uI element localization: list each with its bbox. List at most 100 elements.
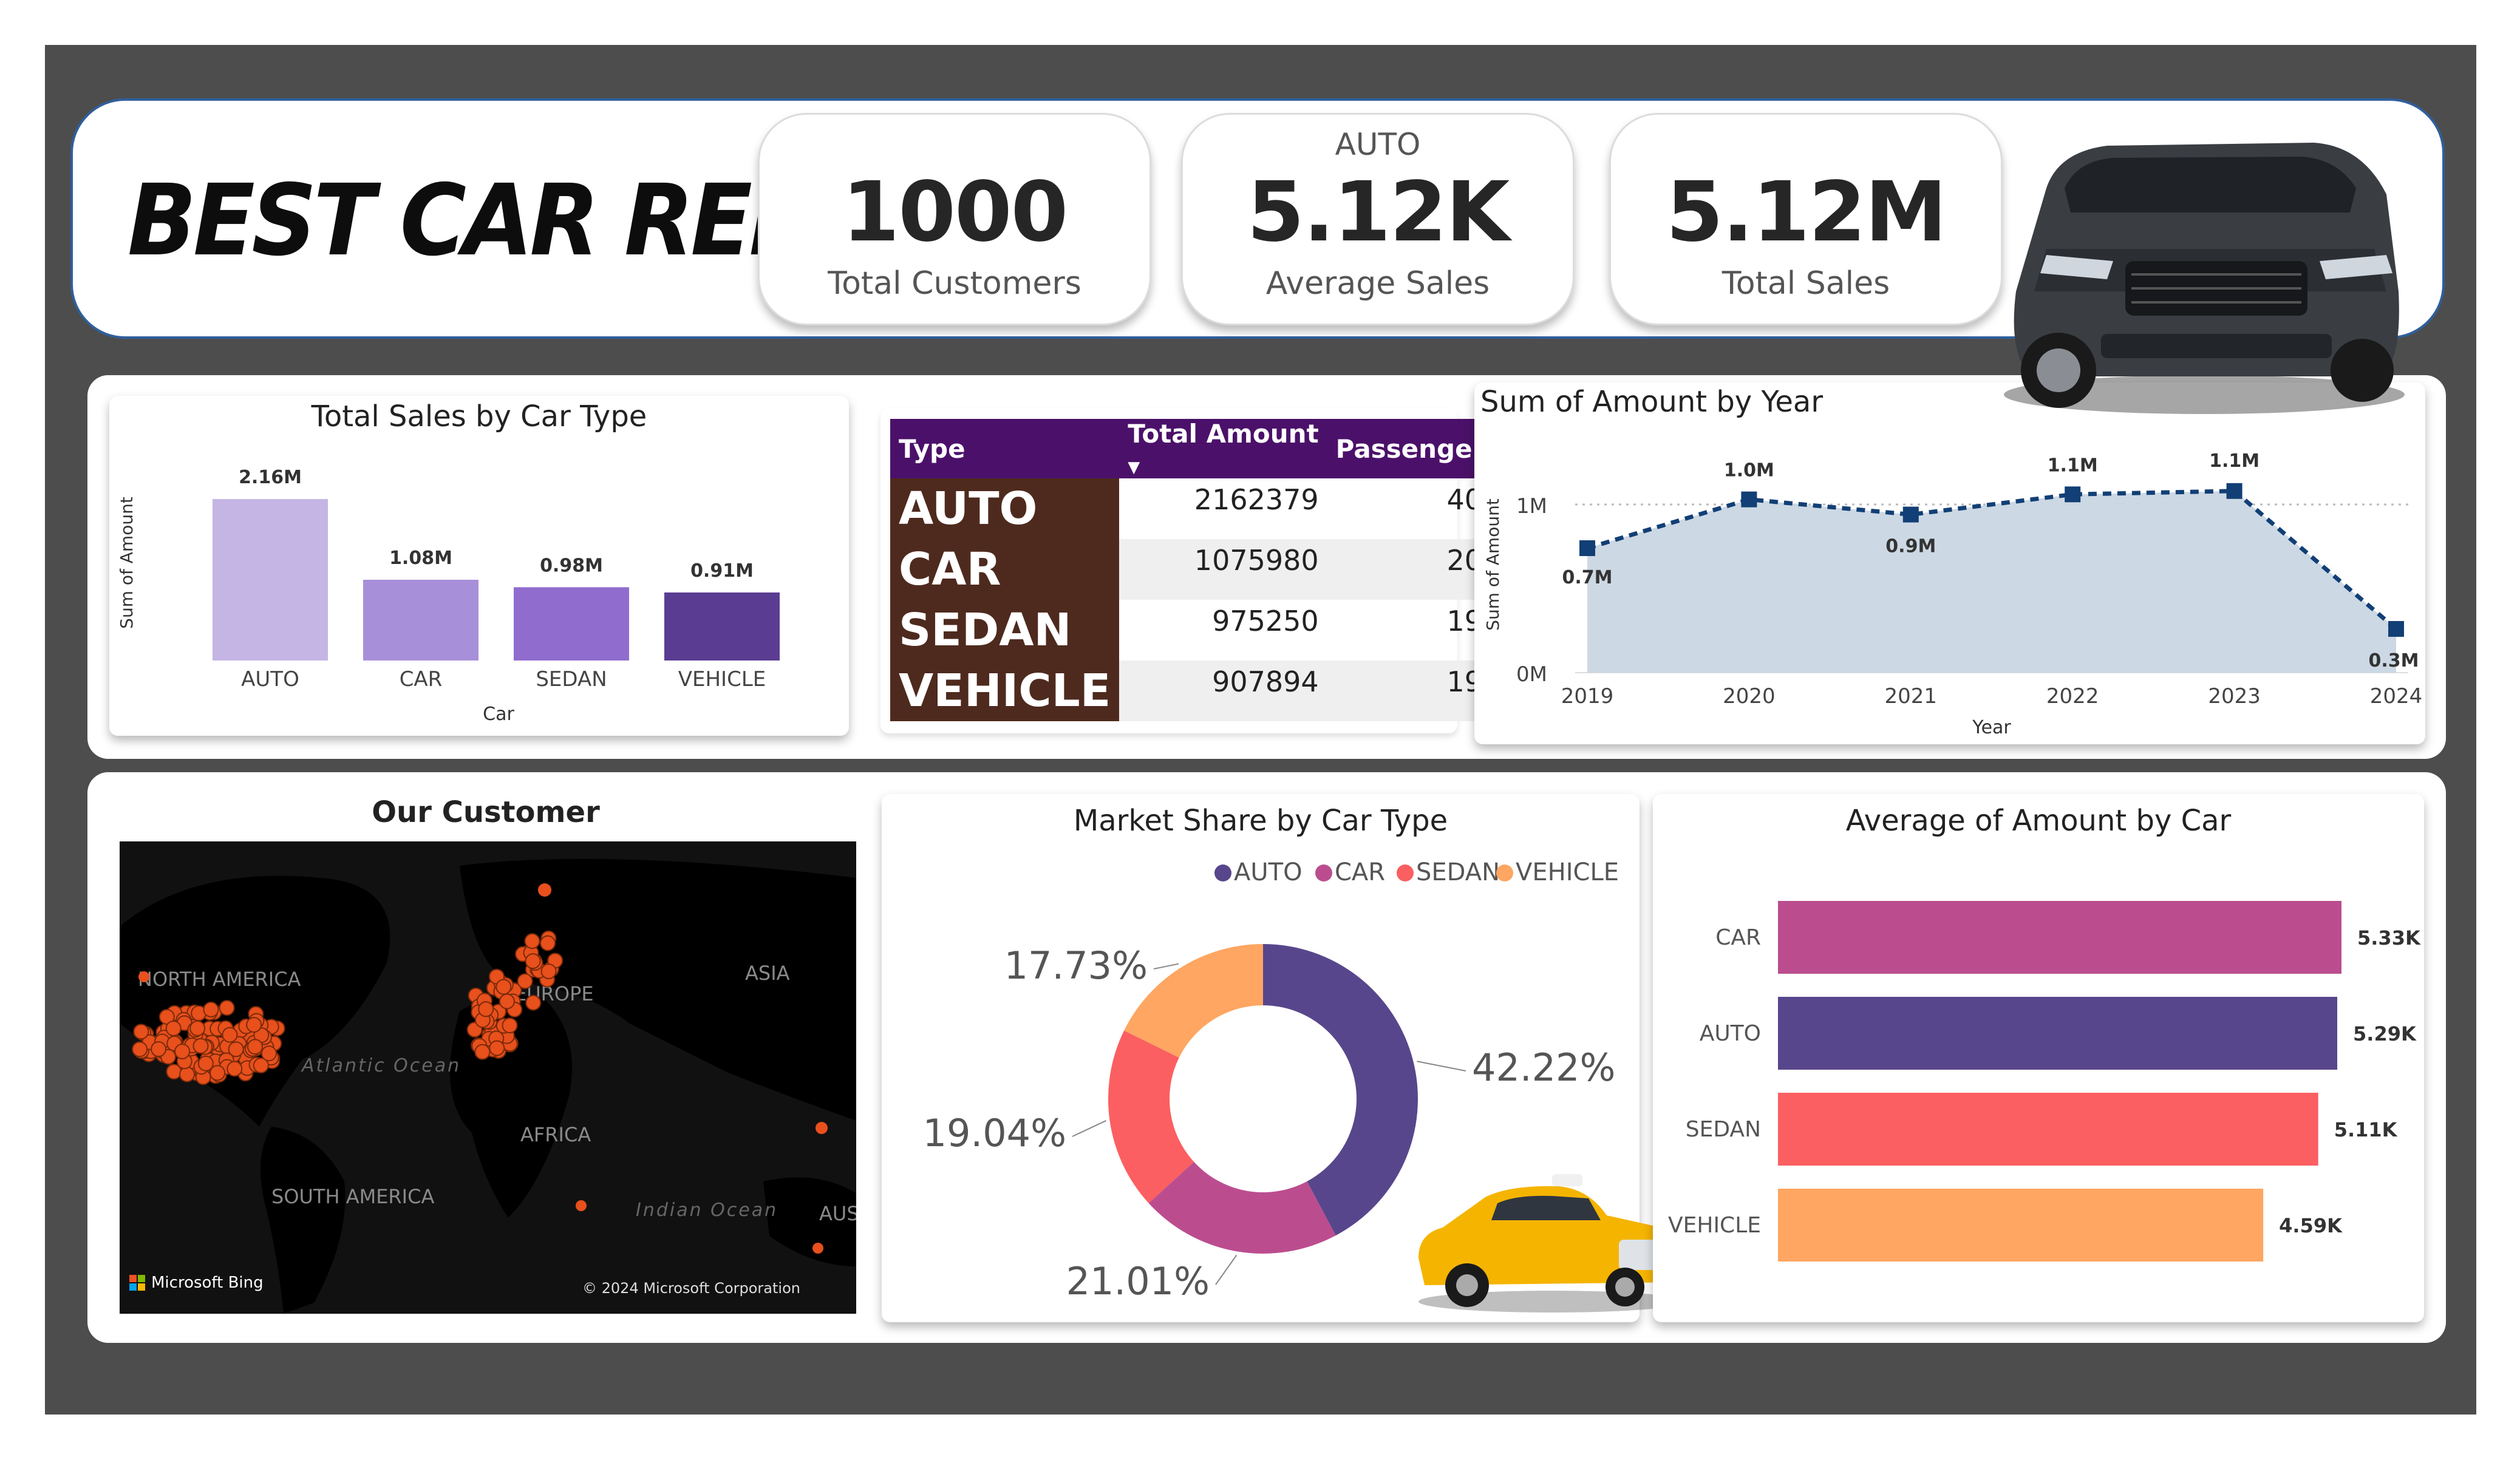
customer-dot	[203, 1001, 219, 1017]
kpi-value: 1000	[842, 165, 1069, 260]
sales-by-type-chart[interactable]: 2.16M AUTO 1.08M CAR 0.98M SEDAN 0.91M VEHICLE C…	[109, 396, 849, 736]
customer-dot	[133, 1024, 149, 1040]
kpi-label: Total Sales	[1721, 265, 1890, 302]
bar	[363, 580, 478, 661]
customer-dot	[524, 933, 540, 949]
x-tick-label: 2020	[1723, 684, 1776, 708]
x-tick-label: 2022	[2046, 684, 2099, 708]
legend-swatch	[1214, 864, 1231, 881]
y-axis-label: Sum of Amount	[1483, 498, 1503, 631]
customer-dot	[247, 1039, 264, 1055]
map-title: Our Customer	[372, 795, 600, 829]
customer-dot	[261, 1045, 277, 1062]
y-tick-label: SEDAN	[1686, 1117, 1761, 1142]
customer-dot	[489, 1040, 505, 1056]
customer-dot	[495, 979, 512, 995]
y-tick-label: 0M	[1516, 662, 1547, 687]
table-header-type[interactable]: Type	[890, 419, 1120, 478]
avg-by-car-chart[interactable]: CAR 5.33K AUTO 5.29K SEDAN 5.11K VEHICLE 4.59K	[1653, 794, 2424, 1322]
table-row[interactable]: VEHICLE 907894 198	[890, 661, 1509, 721]
slice-data-label: 17.73%	[1004, 943, 1148, 988]
sort-desc-icon: ▼	[1128, 458, 1140, 477]
slice-data-label: 19.04%	[923, 1111, 1066, 1155]
header-label: Total Amount	[1128, 419, 1319, 449]
leader-line	[1215, 1254, 1238, 1285]
y-tick-label: CAR	[1715, 925, 1761, 950]
bar	[1778, 1093, 2318, 1166]
customer-dot	[228, 1041, 244, 1058]
customer-dot	[209, 1065, 226, 1081]
customer-dot	[174, 1043, 191, 1059]
table-row[interactable]: SEDAN 975250 191	[890, 600, 1508, 661]
customer-dot	[222, 1027, 238, 1043]
x-axis-label: Car	[483, 704, 514, 725]
data-point	[2226, 483, 2242, 499]
leader-line	[1072, 1120, 1106, 1137]
customer-dot	[474, 1044, 491, 1060]
customer-dot	[132, 1041, 148, 1058]
cell-amount: 907894	[1119, 661, 1327, 721]
table-header-total-amount[interactable]: Total Amount ▼	[1119, 419, 1327, 478]
table-row[interactable]: AUTO 2162379 409	[890, 478, 1508, 539]
leader-line	[1153, 963, 1179, 970]
customer-dot	[502, 1017, 518, 1034]
legend-swatch	[1496, 864, 1513, 881]
bar-data-label: 1.08M	[389, 548, 452, 569]
bar	[1778, 997, 2338, 1070]
bar	[1778, 901, 2341, 974]
cell-type: AUTO	[890, 478, 1120, 539]
kpi-total-sales[interactable]: 5.12M Total Sales	[1609, 113, 2003, 325]
legend-label: CAR	[1335, 858, 1385, 886]
sales-by-type-card: Total Sales by Car Type 2.16M AUTO 1.08M CA…	[109, 396, 849, 736]
point-data-label: 0.3M	[2369, 650, 2419, 671]
customer-map[interactable]: NORTH AMERICA EUROPE ASIA AFRICA SOUTH A…	[120, 841, 856, 1314]
table-row[interactable]: CAR 1075980 202	[890, 539, 1509, 600]
bar-data-label: 0.98M	[540, 555, 603, 576]
x-tick-label: AUTO	[241, 667, 299, 691]
customer-dot	[538, 883, 551, 897]
x-tick-label: 2021	[1885, 684, 1938, 708]
bar-data-label: 0.91M	[690, 560, 754, 582]
data-point	[1741, 491, 1757, 508]
leader-line	[1417, 1061, 1466, 1072]
amount-by-year-card: Sum of Amount by Year 1M 0M 0.7M 2019 1.0M 20…	[1474, 382, 2425, 744]
kpi-total-customers[interactable]: 1000 Total Customers	[758, 113, 1151, 325]
x-tick-label: SEDAN	[536, 667, 607, 691]
data-point	[2388, 620, 2404, 637]
customer-dot	[219, 1000, 235, 1016]
kpi-label: Total Customers	[828, 265, 1081, 302]
x-tick-label: CAR	[400, 667, 443, 691]
customer-dot	[540, 935, 556, 951]
bar-data-label: 5.33K	[2357, 926, 2421, 949]
legend-swatch	[1315, 864, 1332, 881]
data-point	[1579, 540, 1595, 556]
legend-label: AUTO	[1234, 858, 1303, 886]
legend-label: VEHICLE	[1516, 858, 1619, 886]
customer-dot	[478, 1001, 494, 1017]
x-tick-label: 2024	[2370, 684, 2423, 708]
y-tick-label: AUTO	[1700, 1021, 1761, 1046]
customer-dot	[540, 963, 557, 980]
customer-dot	[525, 994, 542, 1011]
bar-data-label: 4.59K	[2279, 1214, 2343, 1237]
suv-car-image	[2004, 143, 2405, 414]
legend-label: SEDAN	[1416, 858, 1500, 886]
customer-dot	[189, 1020, 206, 1036]
bar-data-label: 5.11K	[2334, 1118, 2398, 1141]
slice-data-label: 21.01%	[1066, 1259, 1210, 1303]
kpi-value: 5.12K	[1247, 165, 1510, 260]
cell-amount: 2162379	[1194, 483, 1319, 516]
customer-dot	[576, 1200, 587, 1211]
point-data-label: 0.9M	[1885, 536, 1936, 557]
cell-type: CAR	[890, 539, 1120, 600]
point-data-label: 1.0M	[1724, 460, 1774, 481]
map-provider: Microsoft Bing	[151, 1274, 264, 1292]
bar-data-label: 5.29K	[2353, 1022, 2417, 1045]
kpi-value: 5.12M	[1666, 165, 1947, 260]
y-axis-label: Sum of Amount	[117, 497, 137, 629]
amount-by-year-chart[interactable]: 1M 0M 0.7M 2019 1.0M 2020 0.9M 2021 1.1M 2022 1.1M…	[1474, 382, 2425, 744]
kpi-average-sales[interactable]: AUTO 5.12K Average Sales	[1181, 113, 1575, 325]
x-tick-label: 2019	[1561, 684, 1614, 708]
customer-dot	[151, 1041, 167, 1058]
customer-dot	[246, 1017, 262, 1033]
